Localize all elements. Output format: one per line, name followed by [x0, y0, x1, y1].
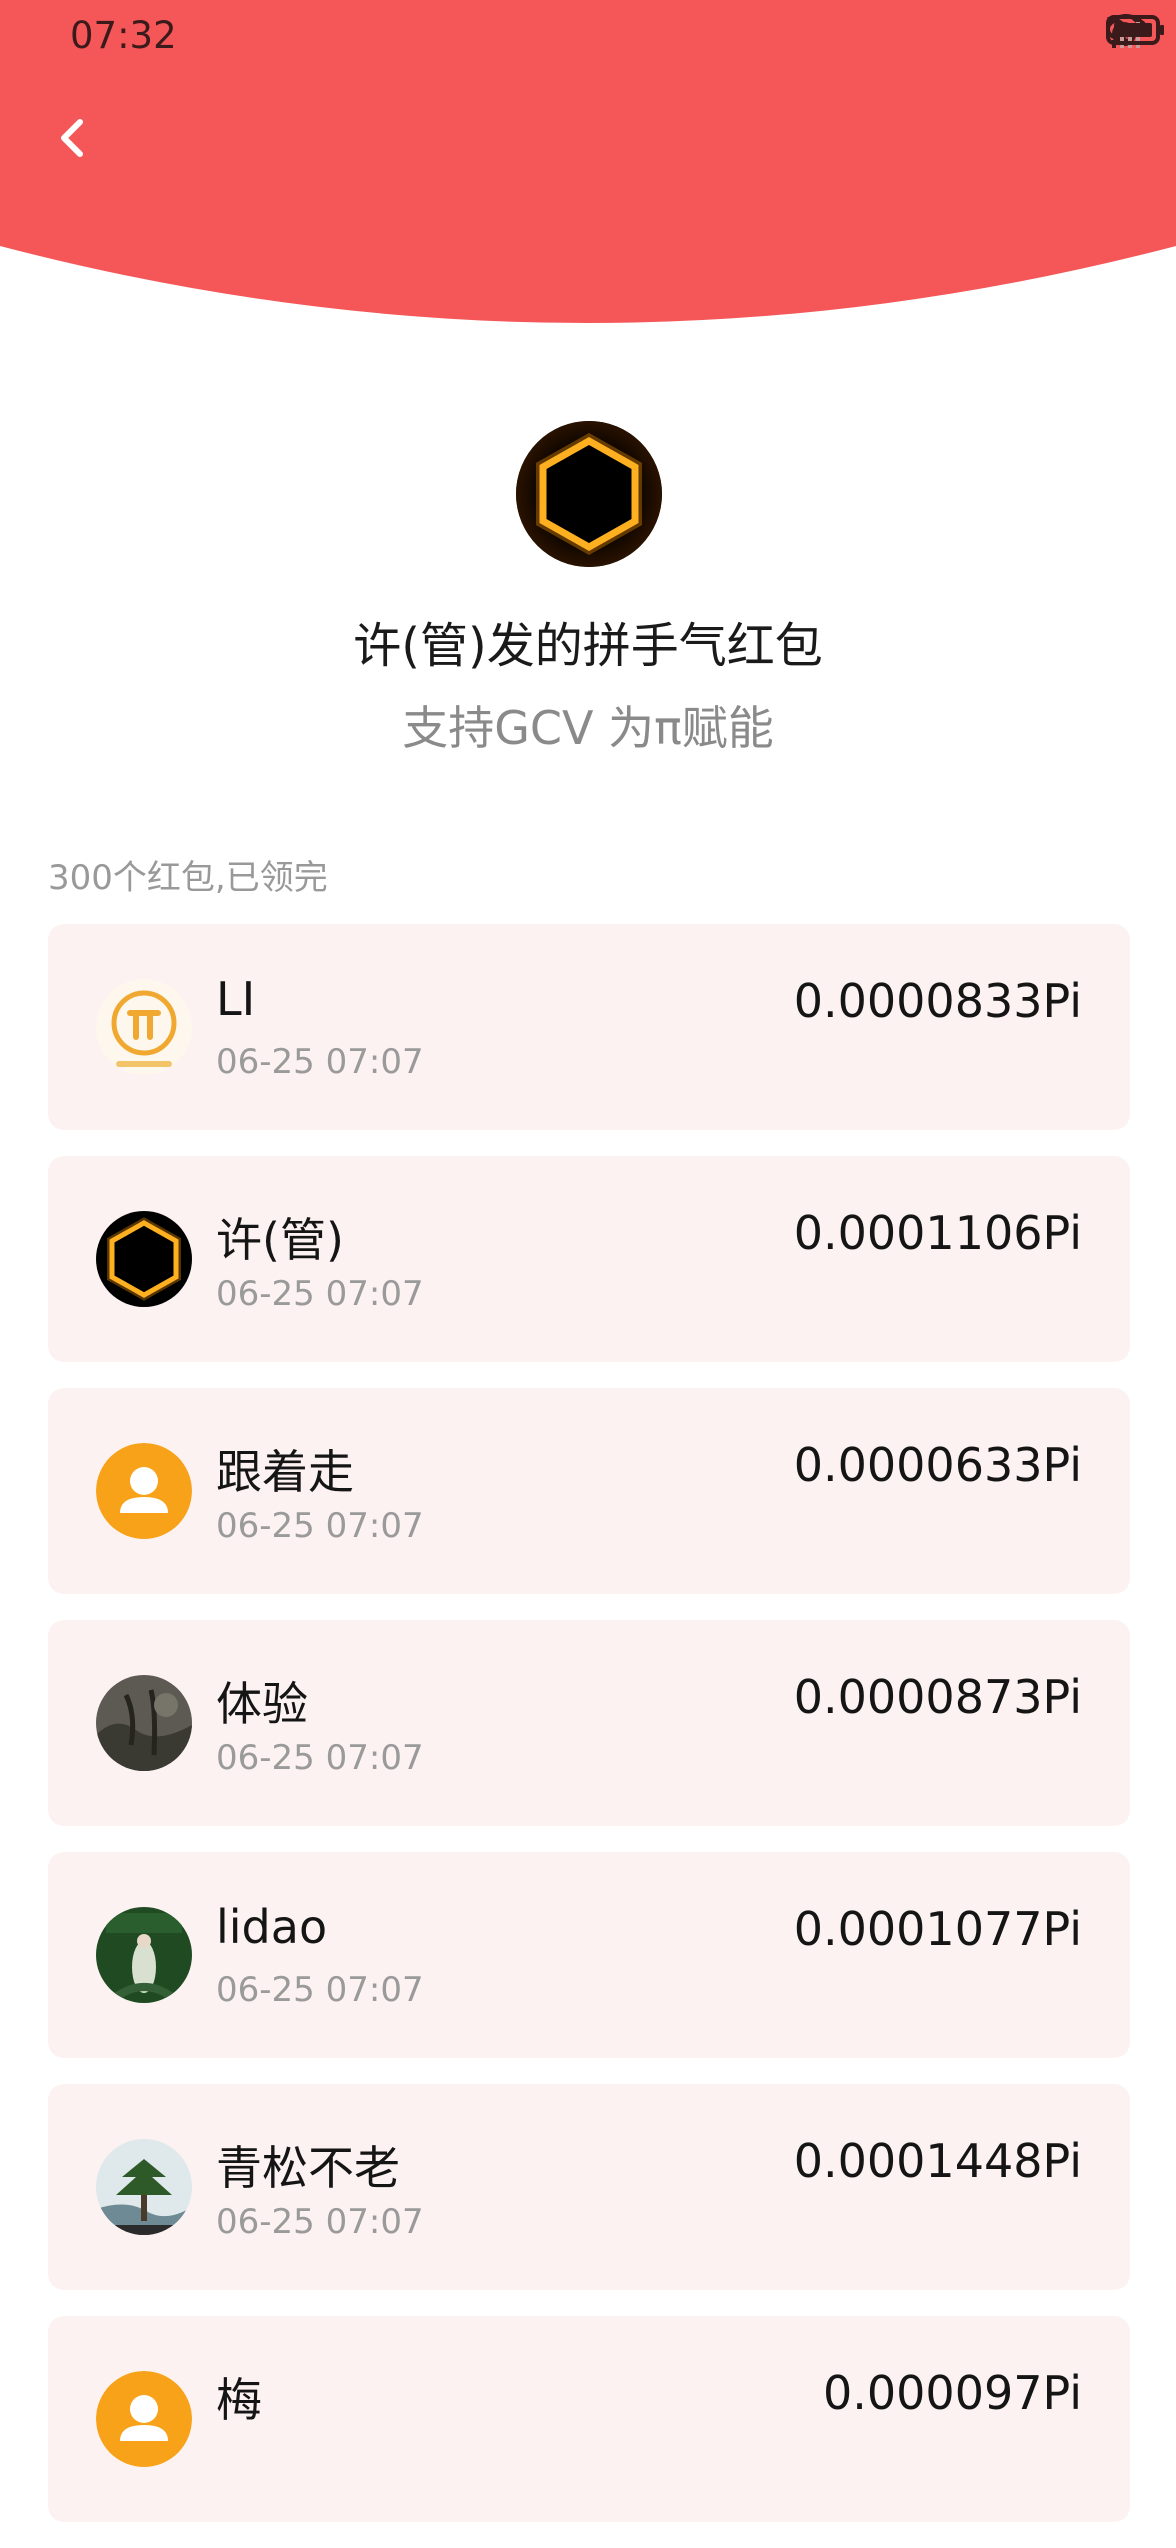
list-item[interactable]: 体验 06-25 07:07 0.0000873Pi — [48, 1620, 1130, 1826]
list-item[interactable]: 许(管) 06-25 07:07 0.0001106Pi — [48, 1156, 1130, 1362]
list-item[interactable]: 梅 0.000097Pi — [48, 2316, 1130, 2522]
recipient-name: lidao — [216, 1900, 328, 1954]
pi-logo-icon — [96, 979, 192, 1075]
received-time: 06-25 07:07 — [216, 1274, 424, 1314]
avatar — [96, 1907, 192, 2003]
header: 07:32 3G — [0, 0, 1176, 330]
recipient-name: 许(管) — [216, 1213, 344, 1267]
redpacket-summary: 300个红包,已领完 — [48, 858, 328, 898]
battery-icon — [1106, 15, 1164, 45]
default-user-icon — [96, 2371, 192, 2467]
list-item[interactable]: lidao 06-25 07:07 0.0001077Pi — [48, 1852, 1130, 2058]
received-time: 06-25 07:07 — [216, 1738, 424, 1778]
avatar — [96, 1211, 192, 1307]
amount: 0.0000873Pi — [793, 1670, 1082, 1724]
pine-tree-icon — [96, 2139, 192, 2235]
back-button[interactable] — [48, 108, 96, 168]
chevron-left-icon — [61, 119, 83, 157]
amount: 0.000097Pi — [823, 2366, 1082, 2420]
recipient-list: LI 06-25 07:07 0.0000833Pi 许(管) 06-25 07… — [48, 924, 1130, 2548]
recipient-name: LI — [216, 972, 256, 1026]
avatar — [96, 2139, 192, 2235]
sender-avatar — [516, 421, 662, 567]
list-item[interactable]: 青松不老 06-25 07:07 0.0001448Pi — [48, 2084, 1130, 2290]
received-time: 06-25 07:07 — [216, 2202, 424, 2242]
received-time: 06-25 07:07 — [216, 1042, 424, 1082]
amount: 0.0001448Pi — [793, 2134, 1082, 2188]
default-user-icon — [96, 1443, 192, 1539]
hexagon-avatar-icon — [516, 421, 662, 567]
received-time: 06-25 07:07 — [216, 1970, 424, 2010]
list-item[interactable]: LI 06-25 07:07 0.0000833Pi — [48, 924, 1130, 1130]
avatar — [96, 1443, 192, 1539]
landscape-painting-icon — [96, 1675, 192, 1771]
avatar — [96, 2371, 192, 2467]
hexagon-icon — [96, 1211, 192, 1307]
amount: 0.0001106Pi — [793, 1206, 1082, 1260]
avatar — [96, 1675, 192, 1771]
avatar — [96, 979, 192, 1075]
recipient-name: 体验 — [216, 1677, 308, 1731]
recipient-name: 青松不老 — [216, 2141, 400, 2195]
page-title: 许(管)发的拼手气红包 — [353, 618, 823, 674]
received-time: 06-25 07:07 — [216, 1506, 424, 1546]
recipient-name: 跟着走 — [216, 1445, 354, 1499]
amount: 0.0001077Pi — [793, 1902, 1082, 1956]
list-item[interactable]: 跟着走 06-25 07:07 0.0000633Pi — [48, 1388, 1130, 1594]
green-photo-icon — [96, 1907, 192, 2003]
recipient-name: 梅 — [216, 2373, 262, 2427]
status-time: 07:32 — [70, 14, 177, 57]
page-subtitle: 支持GCV 为π赋能 — [402, 701, 774, 755]
amount: 0.0000633Pi — [793, 1438, 1082, 1492]
amount: 0.0000833Pi — [793, 974, 1082, 1028]
